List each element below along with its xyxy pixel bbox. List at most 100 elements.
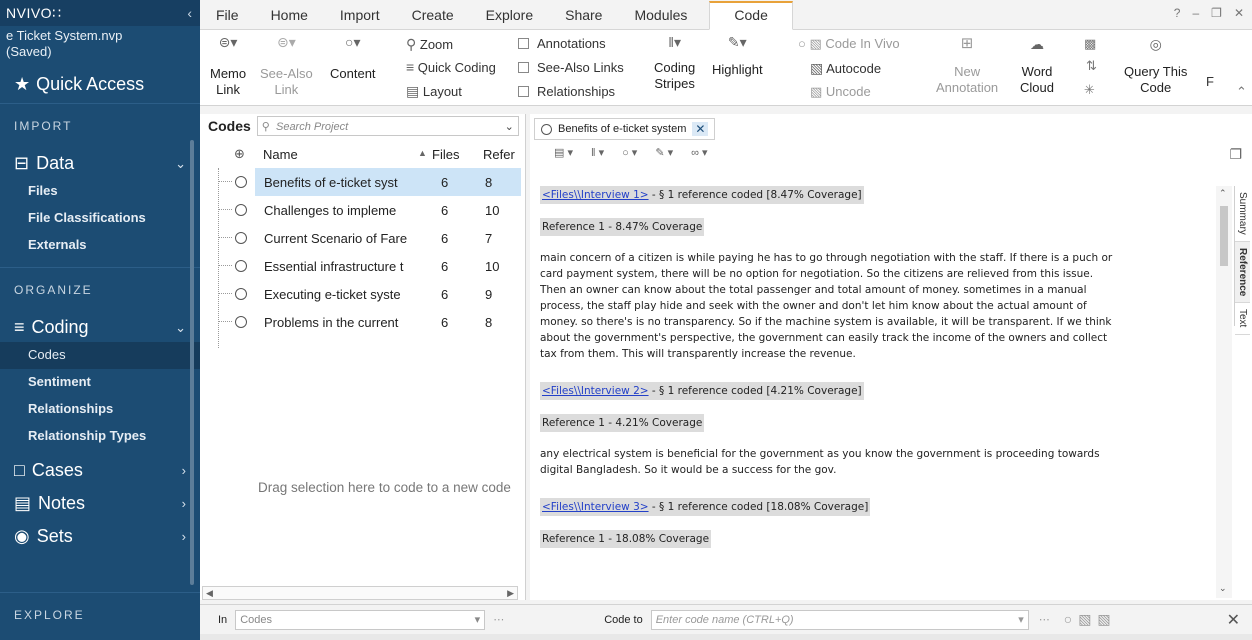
close-bar-icon[interactable]: ✕ [1227, 610, 1240, 630]
quick-access-item[interactable]: ★ Quick Access [0, 62, 200, 103]
coding-stripes-icon[interactable]: ‖ ▾ [591, 146, 604, 159]
close-window-icon[interactable]: ✕ [1234, 6, 1244, 20]
sidebar-group-data[interactable]: ⊟ Data ⌄ [0, 147, 200, 178]
more-options-icon[interactable]: ⋯ [493, 613, 504, 626]
tab-share[interactable]: Share [549, 7, 618, 29]
see-also-label-2: Link [274, 82, 299, 97]
file-link[interactable]: <Files\\Interview 3> [542, 501, 649, 513]
coding-stripes-button[interactable]: ‖▾ Coding Stripes [654, 34, 695, 92]
column-name[interactable]: Name [263, 147, 298, 162]
collapse-ribbon-icon[interactable]: ⌃ [1236, 84, 1247, 100]
annotations-checkbox[interactable] [518, 38, 529, 49]
zoom-button[interactable]: ⚲ Zoom [406, 36, 453, 53]
highlight-pen-icon[interactable]: ✎ ▾ [655, 146, 673, 159]
code-in-vivo-button[interactable]: ○ ▧ Code In Vivo [798, 36, 900, 52]
uncode-button[interactable]: ▧ Uncode [810, 84, 871, 100]
relationships-checkbox[interactable] [518, 86, 529, 97]
collapse-sidebar-icon[interactable]: ‹ [187, 5, 192, 21]
project-info: e Ticket System.nvp (Saved) [0, 26, 200, 62]
codes-horizontal-scrollbar[interactable]: ◀ ▶ [202, 586, 518, 600]
relationships-toggle[interactable]: Relationships [518, 84, 615, 99]
sidebar-item-codes[interactable]: Codes [0, 342, 200, 369]
memo-link-button[interactable]: ⊜▾ Memo Link [210, 34, 246, 98]
side-tab-reference[interactable]: Reference [1235, 241, 1250, 304]
more-options-icon[interactable]: ⋯ [1039, 613, 1050, 626]
zoom-label: Zoom [419, 37, 454, 52]
link-icon[interactable]: ∞ ▾ [691, 146, 707, 159]
add-code-icon[interactable]: ⊕ [234, 146, 245, 162]
code-row[interactable]: Challenges to impleme 6 10 [200, 196, 526, 224]
scroll-up-icon[interactable]: ⌃ [1219, 188, 1227, 199]
file-link[interactable]: <Files\\Interview 2> [542, 385, 649, 397]
scroll-thumb[interactable] [1220, 206, 1228, 266]
see-also-links-toggle[interactable]: See-Also Links [518, 60, 624, 75]
detail-vertical-scrollbar[interactable]: ⌃ ⌄ [1216, 186, 1232, 598]
sidebar-item-sentiment[interactable]: Sentiment [0, 369, 200, 396]
code-row[interactable]: Benefits of e-ticket syst 6 8 [200, 168, 526, 196]
annotations-toggle[interactable]: Annotations [518, 36, 606, 51]
help-icon[interactable]: ? [1174, 6, 1181, 20]
tab-file[interactable]: File [200, 7, 255, 29]
chevron-down-icon[interactable]: ⌄ [505, 120, 514, 133]
pin-icon: ★ [14, 74, 31, 94]
tab-home[interactable]: Home [255, 7, 324, 29]
sidebar-group-cases[interactable]: □ Cases › [0, 450, 200, 485]
chart-icon[interactable]: ▩ [1084, 36, 1096, 52]
query-this-code-button[interactable]: ◎ Query This Code [1124, 36, 1187, 96]
cluster-icon[interactable]: ✳ [1084, 82, 1095, 98]
close-tab-icon[interactable]: ✕ [692, 122, 709, 136]
memo-icon[interactable]: ▤ ▾ [554, 146, 573, 159]
word-cloud-button[interactable]: ☁ Word Cloud [1020, 36, 1054, 96]
truncated-ribbon-item[interactable]: F [1206, 74, 1214, 89]
in-scope-select[interactable]: Codes ▾ [235, 609, 486, 630]
sidebar-item-externals[interactable]: Externals [0, 232, 200, 259]
column-references[interactable]: Refer [483, 147, 515, 162]
tab-create[interactable]: Create [396, 7, 470, 29]
detail-tab[interactable]: Benefits of e-ticket system ✕ [534, 118, 716, 140]
tab-modules[interactable]: Modules [618, 7, 703, 29]
new-annotation-button[interactable]: ⊞ New Annotation [936, 36, 998, 96]
file-link[interactable]: <Files\\Interview 1> [542, 189, 649, 201]
code-row[interactable]: Executing e-ticket syste 6 9 [200, 280, 526, 308]
sidebar-item-file-classifications[interactable]: File Classifications [0, 205, 200, 232]
scroll-down-icon[interactable]: ⌄ [1219, 583, 1227, 594]
layout-button[interactable]: ▤ Layout [406, 83, 462, 100]
uncode-selection-icon[interactable]: ▧ [1097, 611, 1110, 628]
restore-icon[interactable]: ❐ [1211, 6, 1222, 20]
sidebar-scrollbar[interactable] [190, 140, 194, 585]
sidebar-group-notes[interactable]: ▤ Notes › [0, 485, 200, 518]
code-row[interactable]: Essential infrastructure t 6 10 [200, 252, 526, 280]
sidebar-group-sets[interactable]: ◉ Sets › [0, 518, 200, 551]
query-icon: ◎ [1149, 36, 1162, 52]
code-row[interactable]: Current Scenario of Fare 6 7 [200, 224, 526, 252]
in-label: In [218, 613, 228, 626]
minimize-icon[interactable]: – [1192, 6, 1199, 20]
undock-icon[interactable]: ❐ [1229, 146, 1242, 163]
sidebar-item-files[interactable]: Files [0, 178, 200, 205]
tab-import[interactable]: Import [324, 7, 396, 29]
drag-drop-hint[interactable]: Drag selection here to code to a new cod… [258, 480, 511, 495]
code-to-input[interactable]: Enter code name (CTRL+Q) ▾ [650, 609, 1029, 630]
sidebar-group-coding[interactable]: ≡ Coding ⌄ [0, 311, 200, 342]
sidebar-item-relationship-types[interactable]: Relationship Types [0, 423, 200, 450]
code-circle-icon[interactable]: ○ ▾ [622, 146, 637, 159]
code-at-icon[interactable]: ▧ [1078, 611, 1091, 628]
autocode-button[interactable]: ▧ Autocode [810, 60, 881, 77]
tab-code[interactable]: Code [709, 1, 793, 30]
tree-map-icon[interactable]: ⇅ [1086, 58, 1097, 74]
sidebar-item-relationships[interactable]: Relationships [0, 396, 200, 423]
search-project-input[interactable]: ⚲ Search Project ⌄ [256, 116, 519, 136]
side-tab-summary[interactable]: Summary [1235, 186, 1250, 242]
code-row[interactable]: Problems in the current 6 8 [200, 308, 526, 336]
see-also-links-checkbox[interactable] [518, 62, 529, 73]
code-selection-icon[interactable]: ○ [1064, 611, 1072, 628]
quick-coding-button[interactable]: ≡ Quick Coding [406, 59, 496, 75]
side-tab-text[interactable]: Text [1235, 303, 1250, 335]
tab-explore[interactable]: Explore [470, 7, 549, 29]
scroll-left-icon[interactable]: ◀ [206, 588, 213, 599]
highlight-button[interactable]: ✎▾ Highlight [712, 34, 763, 78]
content-button[interactable]: ○▾ Content [330, 34, 376, 82]
column-files[interactable]: Files [432, 147, 459, 162]
see-also-link-button[interactable]: ⊜▾ See-Also Link [260, 34, 313, 98]
scroll-right-icon[interactable]: ▶ [507, 588, 514, 599]
